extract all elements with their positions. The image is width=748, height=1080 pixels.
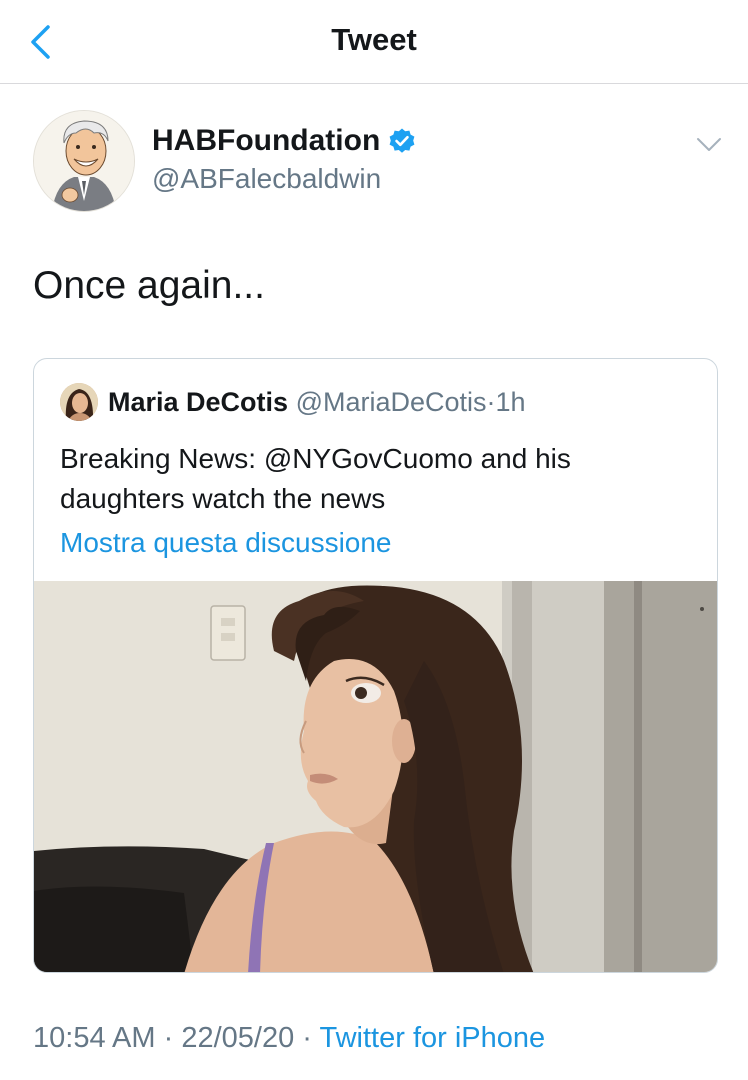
show-thread-link[interactable]: Mostra questa discussione: [60, 527, 392, 559]
author-avatar[interactable]: [33, 110, 135, 212]
author-handle[interactable]: @ABFalecbaldwin: [152, 163, 381, 195]
tweet-text: Once again...: [33, 264, 265, 307]
separator-dot: ·: [486, 387, 496, 417]
tweet-time: 10:54 AM: [33, 1022, 156, 1054]
author-name: HABFoundation: [152, 124, 381, 157]
quoted-author-handle: @MariaDeCotis: [295, 387, 487, 417]
separator-dot: ·: [163, 1022, 174, 1054]
quoted-tweet-header: Maria DeCotis @MariaDeCotis·1h: [108, 387, 526, 418]
tweet-date: 22/05/20: [181, 1022, 295, 1054]
tweet-source-link[interactable]: Twitter for iPhone: [320, 1022, 546, 1054]
tweet-meta: 10:54 AM · 22/05/20 · Twitter for iPhone: [33, 1022, 545, 1055]
quoted-tweet-text: Breaking News: @NYGovCuomo and his daugh…: [60, 443, 571, 514]
author-name-row[interactable]: HABFoundation: [152, 124, 416, 158]
quoted-avatar-image: [60, 383, 98, 421]
quoted-tweet-time: 1h: [495, 387, 526, 417]
quoted-tweet-card[interactable]: Maria DeCotis @MariaDeCotis·1h Breaking …: [33, 358, 718, 973]
nav-header: Tweet: [0, 0, 748, 84]
quoted-author-name: Maria DeCotis: [108, 387, 289, 417]
page-title: Tweet: [331, 22, 417, 57]
separator-dot: ·: [302, 1022, 312, 1054]
video-frame-image: [34, 581, 717, 972]
quoted-tweet-video[interactable]: [34, 581, 717, 972]
chevron-down-icon: [697, 138, 721, 151]
caricature-avatar-image: [34, 111, 134, 211]
tweet-options-button[interactable]: [692, 132, 726, 156]
verified-badge-icon: [389, 128, 415, 153]
quoted-author-avatar: [60, 383, 98, 421]
